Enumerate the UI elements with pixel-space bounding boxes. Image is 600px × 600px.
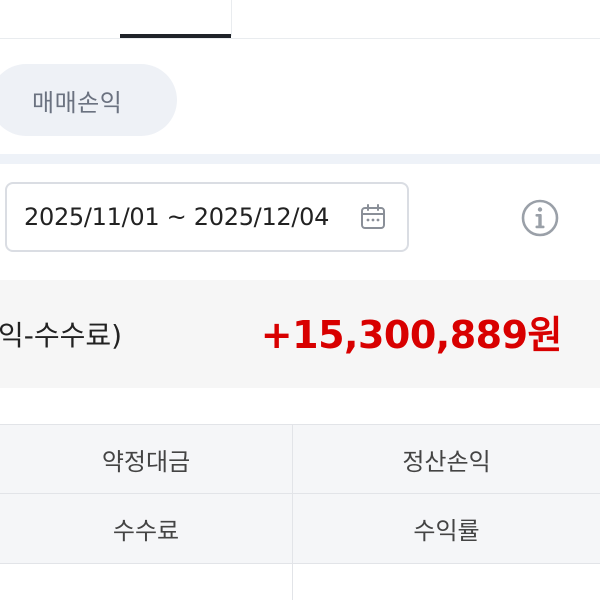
summary-value: +15,300,889원	[260, 313, 563, 357]
filter-chip-label: 매매손익	[32, 88, 123, 117]
table-row	[0, 564, 600, 600]
pnl-summary: 익-수수료) +15,300,889원	[0, 280, 600, 388]
tab-bar	[0, 0, 600, 39]
active-tab-indicator	[120, 34, 231, 38]
info-icon[interactable]	[520, 198, 560, 238]
filter-chip-trading-pnl[interactable]: 매매손익	[0, 64, 177, 136]
date-range-picker[interactable]: 2025/11/01 ~ 2025/12/04	[5, 182, 409, 252]
table-cell	[0, 564, 292, 600]
pnl-table: 약정대금 정산손익 수수료 수익률	[0, 424, 600, 600]
table-header-cell: 정산손익	[292, 425, 600, 493]
calendar-icon[interactable]	[359, 203, 387, 231]
date-range-text: 2025/11/01 ~ 2025/12/04	[24, 203, 330, 231]
tab-divider	[231, 0, 232, 36]
table-header-cell: 수익률	[292, 494, 600, 563]
table-header-cell: 수수료	[112, 517, 180, 545]
section-separator	[0, 154, 600, 164]
summary-label: 익-수수료)	[0, 319, 123, 352]
table-header-cell: 약정대금	[101, 447, 191, 476]
table-row: 수수료 수익률	[0, 494, 600, 564]
table-row: 약정대금 정산손익	[0, 424, 600, 494]
table-cell	[292, 564, 600, 600]
